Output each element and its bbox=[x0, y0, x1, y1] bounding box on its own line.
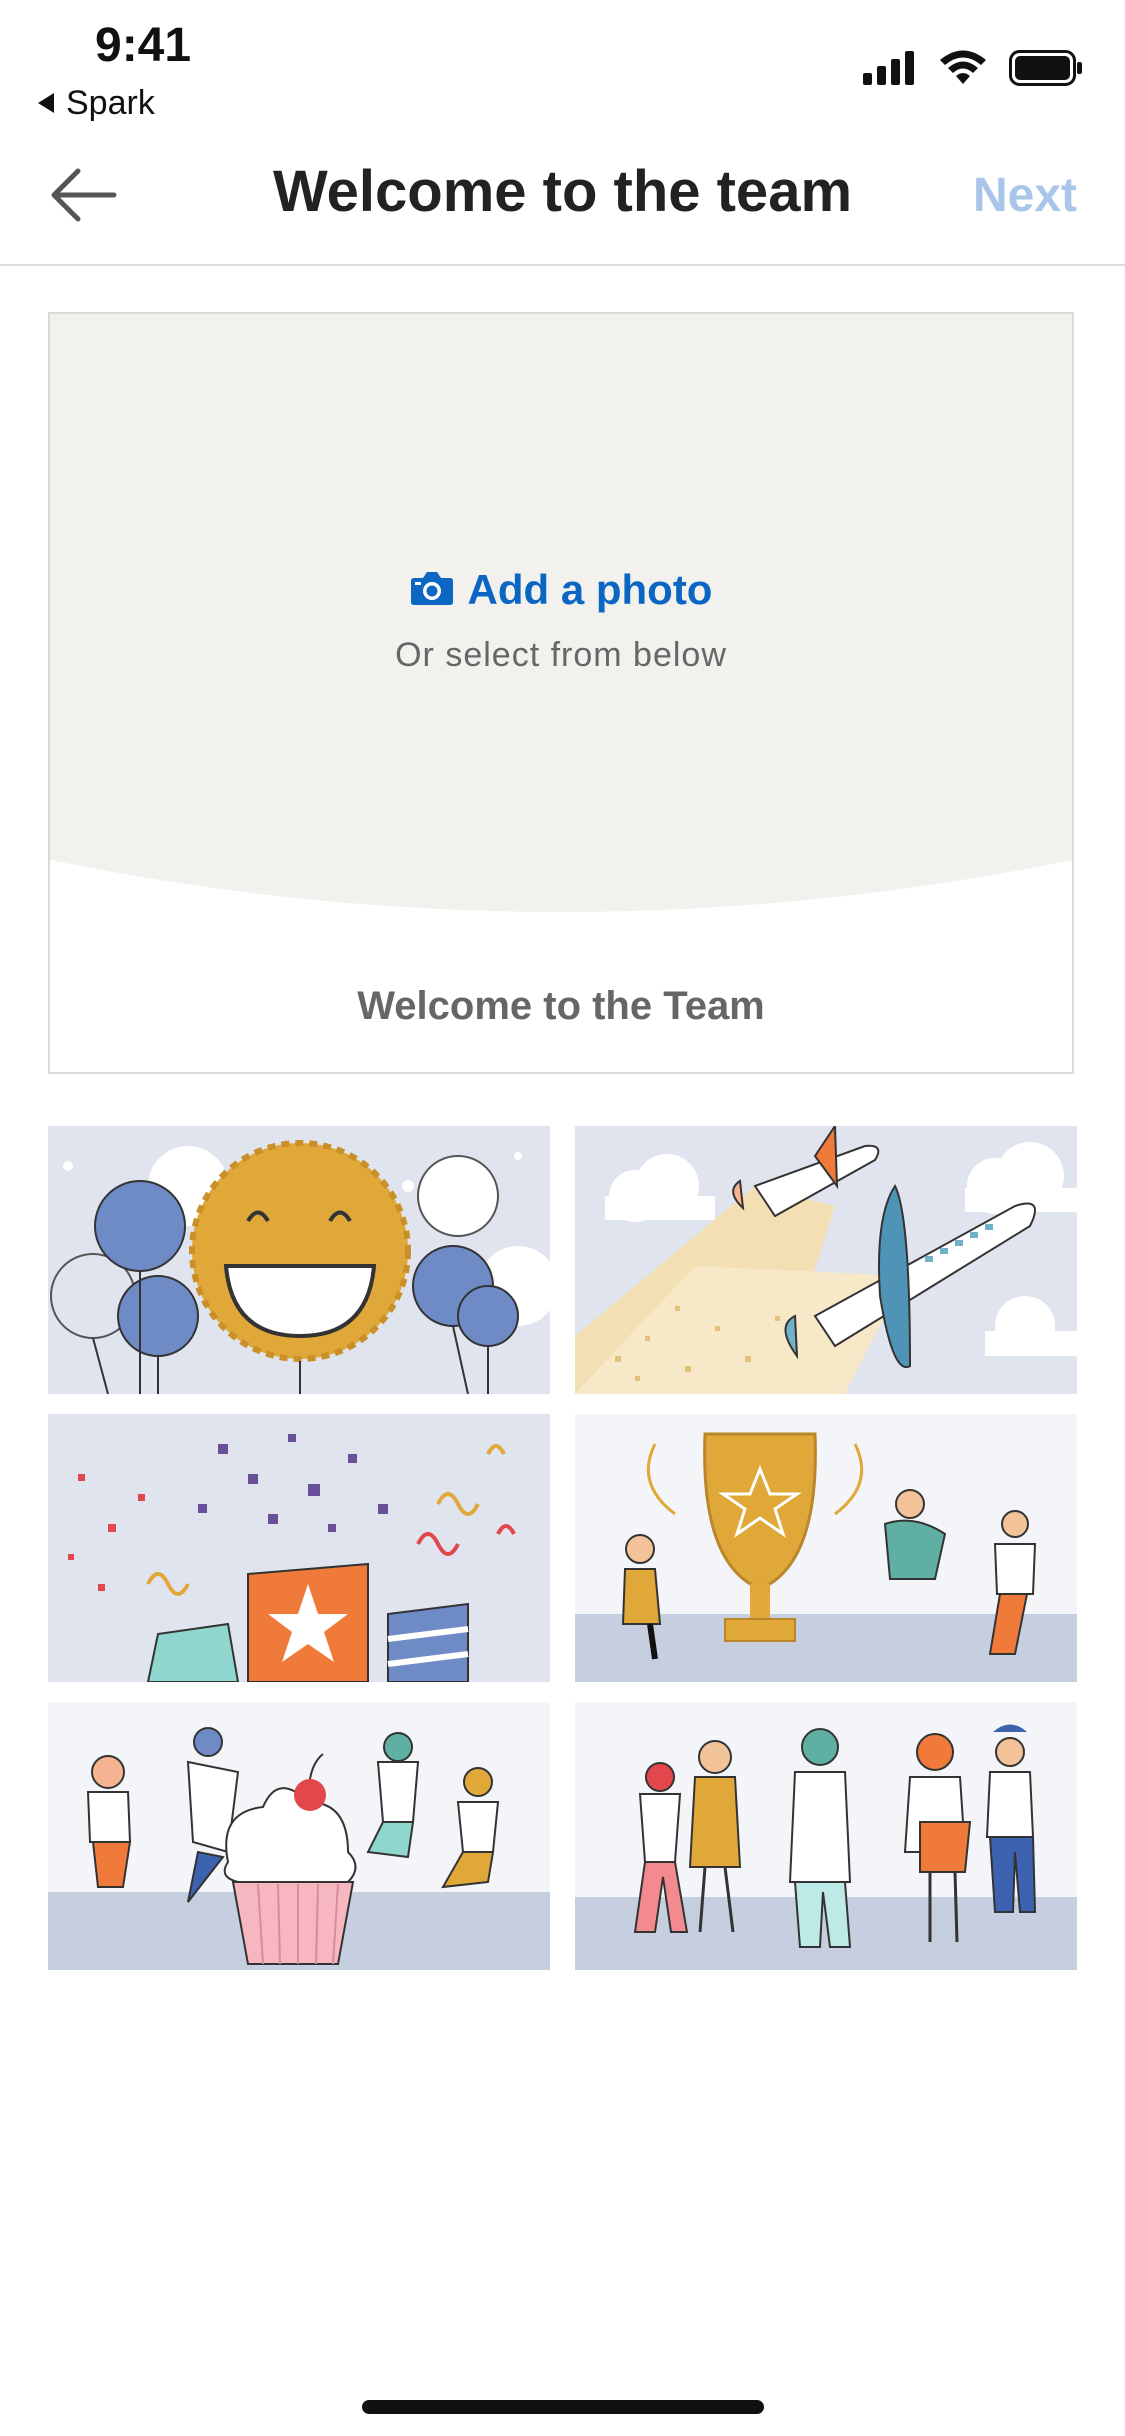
photo-placeholder bbox=[50, 314, 1072, 912]
template-cupcake[interactable] bbox=[48, 1702, 550, 1970]
template-airplanes[interactable] bbox=[575, 1126, 1077, 1394]
status-indicators bbox=[863, 50, 1083, 91]
home-indicator[interactable] bbox=[362, 2400, 764, 2414]
back-triangle-icon bbox=[36, 84, 56, 123]
balloons-illustration bbox=[48, 1126, 550, 1394]
back-to-app[interactable]: Spark bbox=[36, 84, 155, 123]
add-photo-button[interactable]: Add a photo bbox=[50, 566, 1072, 614]
camera-icon bbox=[410, 570, 454, 611]
battery-icon bbox=[1009, 50, 1083, 91]
status-time: 9:41 bbox=[95, 19, 192, 72]
next-button[interactable]: Next bbox=[973, 168, 1077, 223]
template-team[interactable] bbox=[575, 1702, 1077, 1970]
back-app-label: Spark bbox=[66, 84, 155, 122]
confetti-illustration bbox=[48, 1414, 550, 1682]
team-illustration bbox=[575, 1702, 1077, 1970]
cupcake-illustration bbox=[48, 1702, 550, 1970]
template-trophy[interactable] bbox=[575, 1414, 1077, 1682]
page-title: Welcome to the team bbox=[272, 159, 853, 224]
template-balloons[interactable] bbox=[48, 1126, 550, 1394]
nav-divider bbox=[0, 264, 1125, 266]
card-title: Welcome to the Team bbox=[357, 984, 765, 1028]
wifi-icon bbox=[939, 50, 987, 91]
airplanes-illustration bbox=[575, 1126, 1077, 1394]
trophy-illustration bbox=[575, 1414, 1077, 1682]
add-photo-label: Add a photo bbox=[467, 566, 713, 613]
signal-icon bbox=[863, 51, 917, 90]
select-hint: Or select from below bbox=[395, 636, 727, 674]
preview-card: Add a photo Or select from below Welcome… bbox=[48, 312, 1074, 1074]
template-confetti[interactable] bbox=[48, 1414, 550, 1682]
